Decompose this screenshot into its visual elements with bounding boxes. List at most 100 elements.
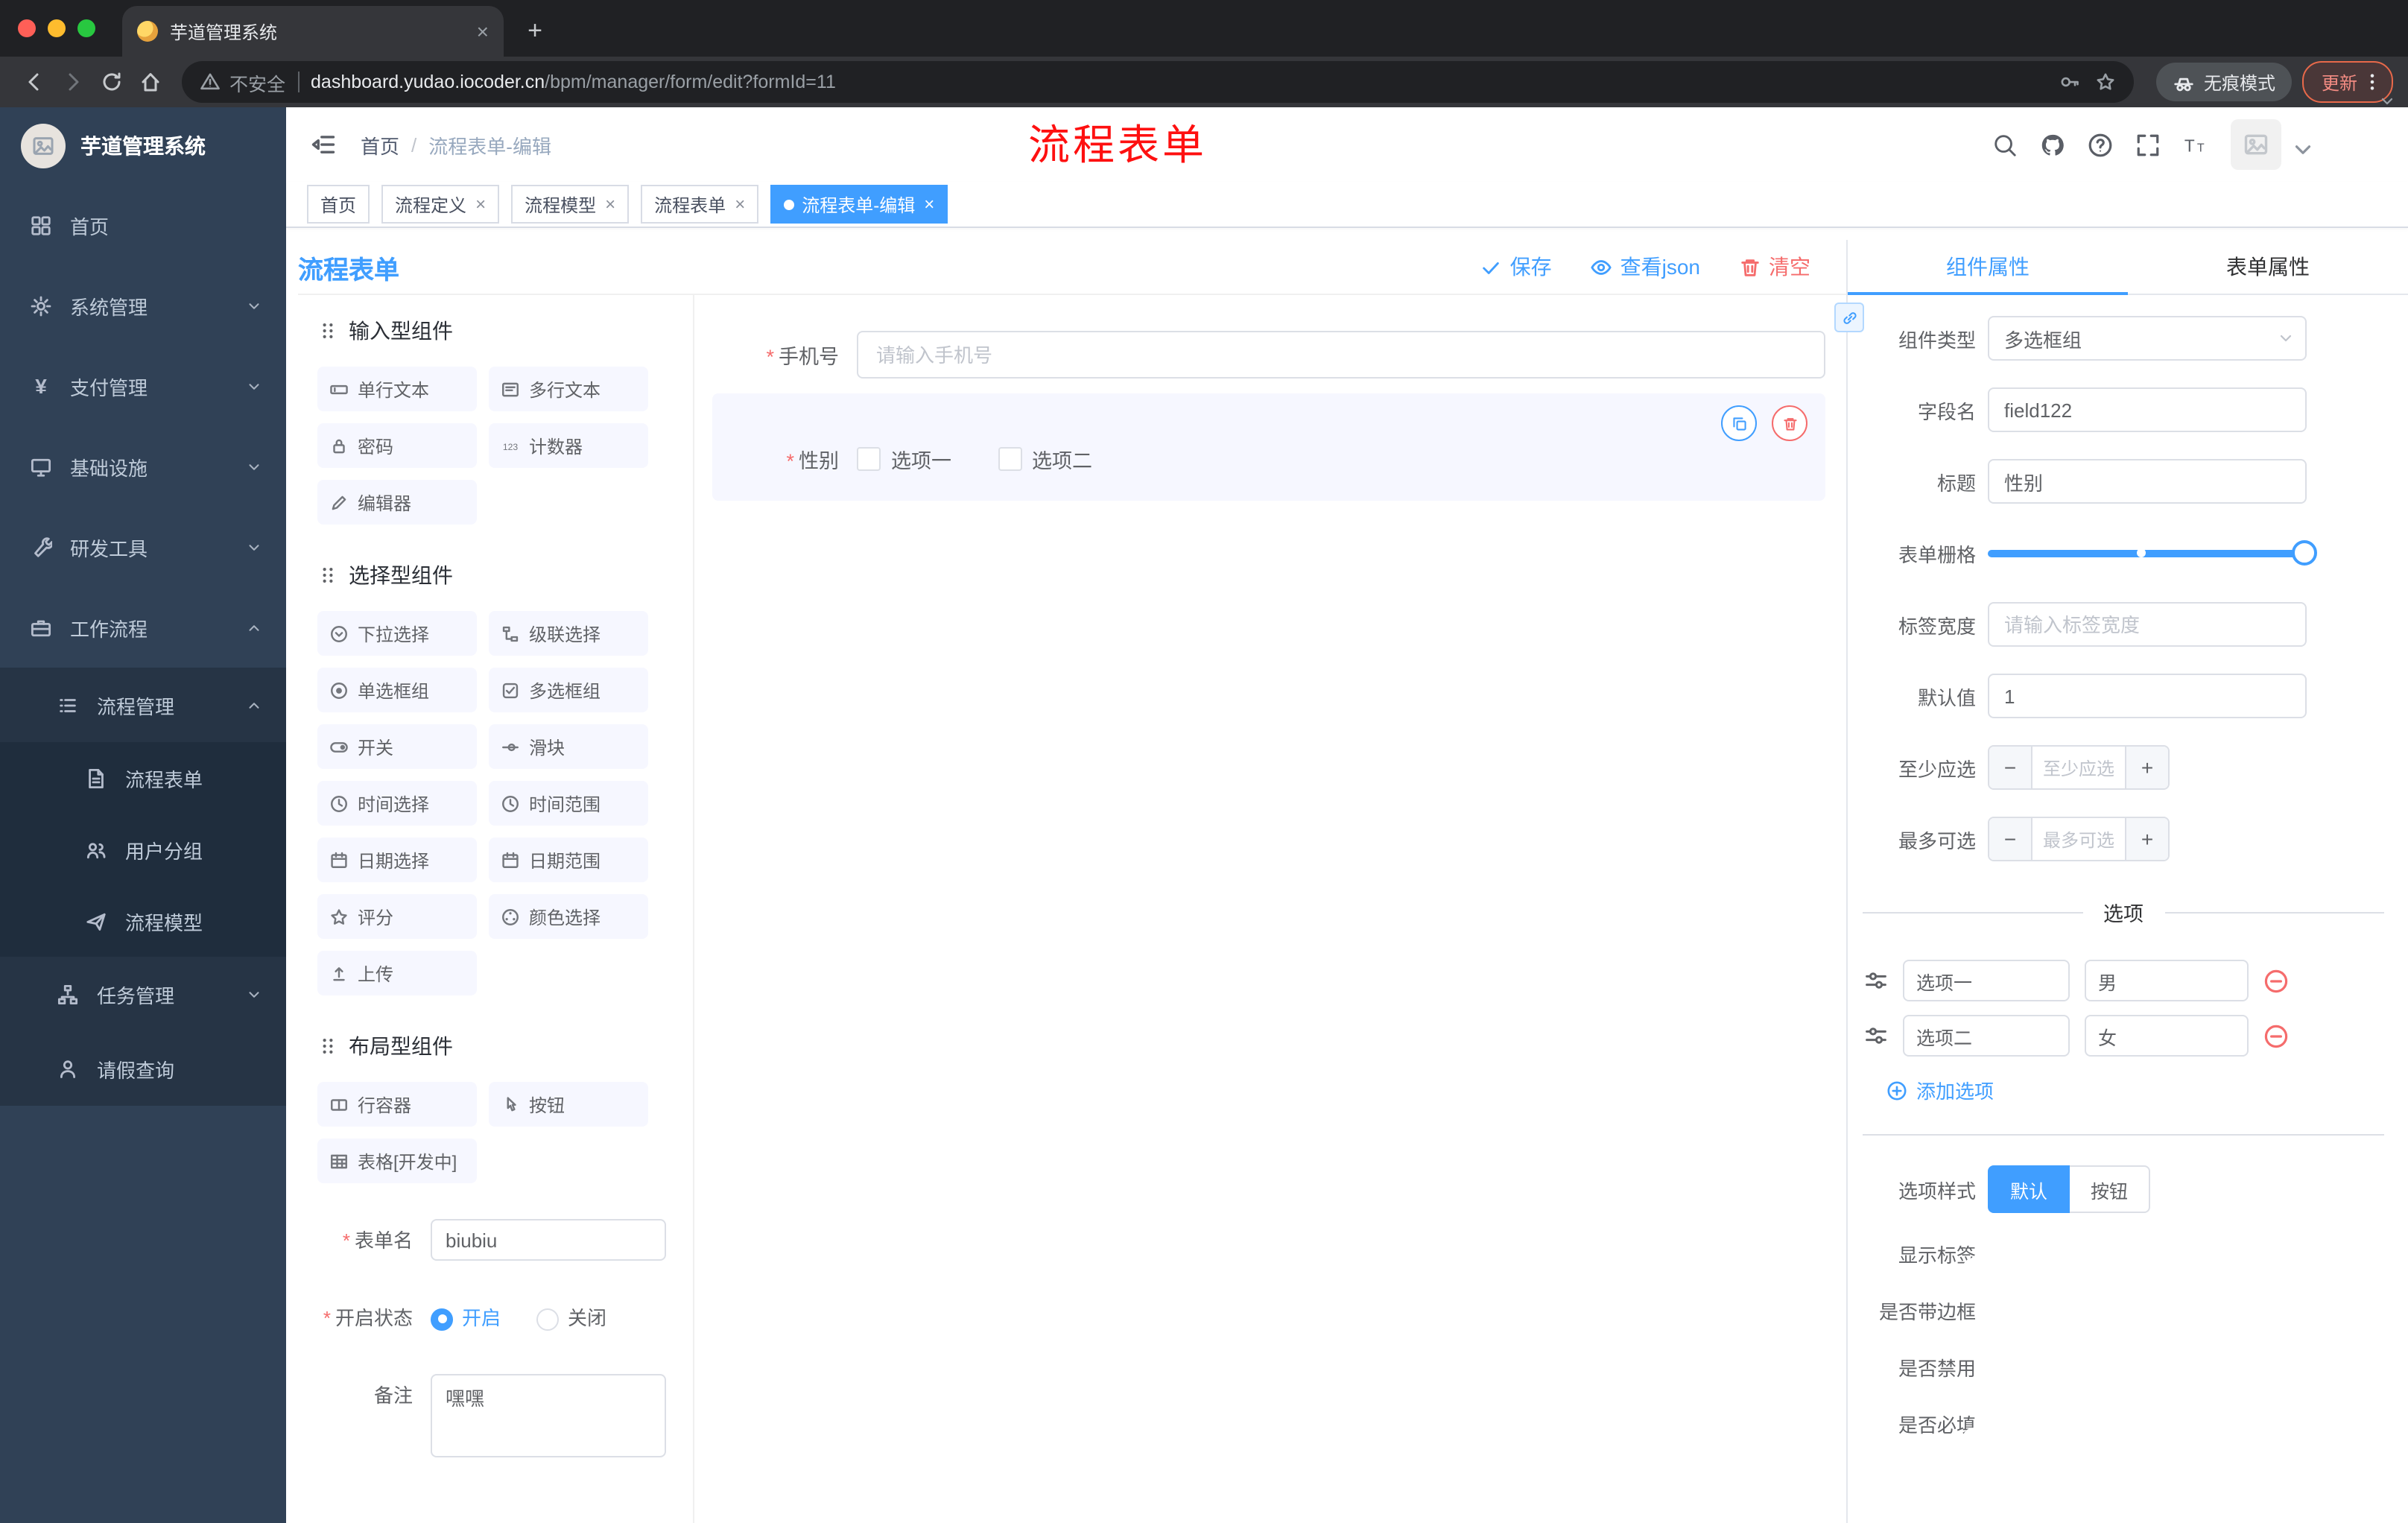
palette-item-counter[interactable]: 计数器	[489, 423, 648, 468]
tag-process-form[interactable]: 流程表单 ×	[641, 185, 759, 224]
sidebar-item-infra[interactable]: 基础设施	[0, 426, 286, 507]
palette-item-radio-group[interactable]: 单选框组	[317, 668, 477, 712]
sidebar-item-home[interactable]: 首页	[0, 185, 286, 265]
tag-home[interactable]: 首页	[307, 185, 370, 224]
save-button[interactable]: 保存	[1480, 252, 1552, 282]
tag-close-icon[interactable]: ×	[924, 195, 934, 213]
remove-option-icon[interactable]	[2263, 968, 2289, 993]
canvas-field-phone[interactable]: 手机号	[712, 331, 1825, 379]
style-button-button[interactable]: 按钮	[2070, 1165, 2151, 1213]
zoom-window-button[interactable]	[77, 19, 95, 37]
view-json-button[interactable]: 查看json	[1591, 252, 1700, 282]
back-button[interactable]	[15, 63, 54, 101]
title-input[interactable]	[1988, 459, 2307, 504]
palette-item-password[interactable]: 密码	[317, 423, 477, 468]
grid-slider[interactable]	[1988, 531, 2317, 575]
component-type-select[interactable]	[1988, 316, 2307, 361]
palette-item-time-picker[interactable]: 时间选择	[317, 781, 477, 826]
sidebar-item-payment[interactable]: ¥ 支付管理	[0, 346, 286, 426]
field-name-input[interactable]	[1988, 387, 2307, 432]
forward-button[interactable]	[54, 63, 92, 101]
min-select-stepper[interactable]: − 至少应选 +	[1988, 745, 2170, 790]
avatar-caret-icon[interactable]	[2290, 137, 2316, 162]
palette-item-table[interactable]: 表格[开发中]	[317, 1139, 477, 1183]
sidebar-item-system[interactable]: 系统管理	[0, 265, 286, 346]
delete-field-button[interactable]	[1772, 405, 1807, 441]
sidebar-item-workflow[interactable]: 工作流程	[0, 587, 286, 668]
sidebar-item-user-groups[interactable]: 用户分组	[0, 814, 286, 885]
form-remark-input[interactable]: 嘿嘿	[431, 1374, 666, 1457]
bookmark-star-icon[interactable]	[2095, 72, 2116, 92]
font-size-icon[interactable]	[2183, 132, 2208, 157]
form-name-input[interactable]	[431, 1219, 666, 1261]
checkbox-option-2[interactable]: 选项二	[998, 444, 1092, 474]
option-value-input[interactable]	[2085, 960, 2249, 1001]
help-icon[interactable]	[2088, 132, 2113, 157]
breadcrumb-home[interactable]: 首页	[361, 130, 399, 159]
tab-component-props[interactable]: 组件属性	[1848, 240, 2128, 295]
slider-handle[interactable]	[2292, 540, 2317, 566]
radio-closed[interactable]: 关闭	[536, 1296, 606, 1341]
avatar[interactable]	[2231, 119, 2281, 170]
search-icon[interactable]	[1992, 132, 2018, 157]
palette-item-time-range[interactable]: 时间范围	[489, 781, 648, 826]
tab-close-icon[interactable]: ×	[477, 21, 489, 42]
minimize-window-button[interactable]	[48, 19, 66, 37]
sidebar-item-process-form[interactable]: 流程表单	[0, 742, 286, 814]
phone-input[interactable]	[857, 331, 1825, 379]
sidebar-item-devtools[interactable]: 研发工具	[0, 507, 286, 587]
app-logo[interactable]: 芋道管理系统	[0, 107, 286, 185]
palette-item-date-range[interactable]: 日期范围	[489, 838, 648, 882]
palette-item-date-picker[interactable]: 日期选择	[317, 838, 477, 882]
reload-button[interactable]	[92, 63, 131, 101]
menu-dots-icon[interactable]	[2362, 72, 2383, 92]
drag-handle-icon[interactable]	[1864, 1024, 1888, 1048]
palette-item-editor[interactable]: 编辑器	[317, 480, 477, 525]
increment-button[interactable]: +	[2125, 818, 2168, 860]
palette-item-checkbox-group[interactable]: 多选框组	[489, 668, 648, 712]
address-bar[interactable]: 不安全 dashboard.yudao.iocoder.cn/bpm/manag…	[182, 61, 2134, 103]
tag-close-icon[interactable]: ×	[735, 195, 745, 213]
default-value-input[interactable]	[1988, 674, 2307, 718]
option-value-input[interactable]	[2085, 1015, 2249, 1057]
palette-item-rate[interactable]: 评分	[317, 894, 477, 939]
tag-process-definition[interactable]: 流程定义 ×	[381, 185, 500, 224]
checkbox-option-1[interactable]: 选项一	[857, 444, 951, 474]
option-label-input[interactable]	[1903, 1015, 2070, 1057]
palette-item-row-container[interactable]: 行容器	[317, 1082, 477, 1127]
label-width-input[interactable]	[1988, 602, 2307, 647]
palette-item-upload[interactable]: 上传	[317, 951, 477, 995]
palette-item-color-picker[interactable]: 颜色选择	[489, 894, 648, 939]
home-button[interactable]	[131, 63, 170, 101]
style-default-button[interactable]: 默认	[1988, 1165, 2070, 1213]
palette-item-cascader[interactable]: 级联选择	[489, 611, 648, 656]
max-select-stepper[interactable]: − 最多可选 +	[1988, 817, 2170, 861]
component-type-value[interactable]	[1988, 316, 2307, 361]
clear-button[interactable]: 清空	[1739, 252, 1810, 282]
tag-close-icon[interactable]: ×	[605, 195, 615, 213]
canvas-field-gender-selected[interactable]: 性别 选项一 选项二	[712, 393, 1825, 501]
close-window-button[interactable]	[18, 19, 36, 37]
palette-item-switch[interactable]: 开关	[317, 724, 477, 769]
sidebar-item-process-model[interactable]: 流程模型	[0, 885, 286, 957]
palette-item-slider[interactable]: 滑块	[489, 724, 648, 769]
option-label-input[interactable]	[1903, 960, 2070, 1001]
sidebar-item-leave-query[interactable]: 请假查询	[0, 1031, 286, 1106]
tab-form-props[interactable]: 表单属性	[2128, 240, 2408, 294]
browser-tab[interactable]: 芋道管理系统 ×	[122, 6, 504, 57]
hamburger-icon[interactable]	[310, 131, 337, 158]
sidebar-item-task-management[interactable]: 任务管理	[0, 957, 286, 1031]
palette-item-multiline-text[interactable]: 多行文本	[489, 367, 648, 411]
sidebar-item-process-management[interactable]: 流程管理	[0, 668, 286, 742]
remove-option-icon[interactable]	[2263, 1023, 2289, 1048]
link-icon[interactable]	[1834, 303, 1864, 332]
copy-field-button[interactable]	[1721, 405, 1757, 441]
decrement-button[interactable]: −	[1989, 818, 2032, 860]
decrement-button[interactable]: −	[1989, 747, 2032, 788]
tag-process-form-edit[interactable]: 流程表单-编辑 ×	[770, 185, 948, 224]
tag-close-icon[interactable]: ×	[475, 195, 486, 213]
password-key-icon[interactable]	[2059, 72, 2080, 92]
palette-item-button[interactable]: 按钮	[489, 1082, 648, 1127]
palette-item-select[interactable]: 下拉选择	[317, 611, 477, 656]
drag-handle-icon[interactable]	[1864, 969, 1888, 992]
